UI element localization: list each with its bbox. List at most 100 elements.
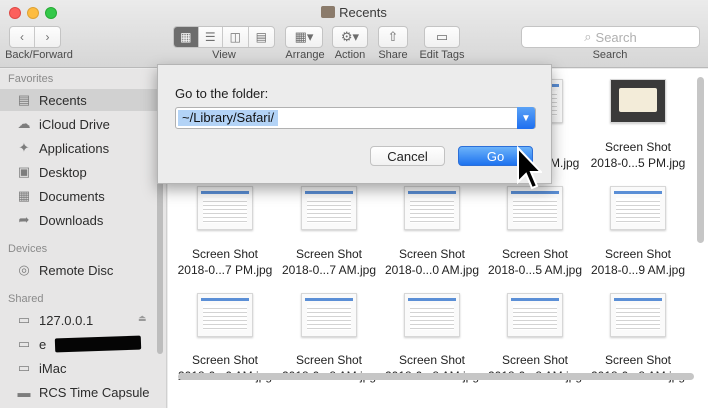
desktop-icon: ▣ [17, 164, 31, 179]
action-button[interactable]: ⚙▾ [332, 26, 368, 48]
forward-button[interactable]: › [35, 27, 60, 47]
folder-path-value: ~/Library/Safari/ [178, 110, 279, 126]
chevron-down-icon: ▼ [521, 112, 531, 124]
thumbnail-lines [307, 198, 351, 223]
file-thumbnail[interactable] [301, 186, 357, 230]
back-forward-label: Back/Forward [5, 49, 73, 61]
share-button[interactable]: ⇧ [378, 26, 408, 48]
file-name-line2: 2018-0...7 AM.jpg [281, 263, 377, 277]
redaction-bar [54, 335, 142, 353]
sidebar-item-label: Documents [39, 188, 105, 204]
search-field[interactable]: ⌕ Search [521, 26, 700, 48]
file-thumbnail[interactable] [197, 186, 253, 230]
file-thumbnail[interactable] [507, 186, 563, 230]
shared-header: Shared [8, 293, 44, 305]
file-thumbnail[interactable] [404, 293, 460, 337]
thumbnail-lines [203, 305, 247, 330]
search-label: Search [592, 49, 628, 61]
disc-icon: ◎ [18, 262, 30, 277]
file-name-line2: 2018-0...5 PM.jpg [590, 156, 686, 170]
sidebar-item-label: Applications [39, 140, 110, 156]
sidebar-item-remote-disc[interactable]: ◎ Remote Disc [0, 259, 166, 281]
sidebar: Favorites ▤ Recents ☁ iCloud Drive ✦ Applic… [0, 69, 167, 408]
file-name-line1: Screen Shot [604, 353, 672, 367]
display-icon: ▭ [17, 312, 31, 327]
back-forward-control: ‹ › [9, 26, 61, 48]
share-icon: ⇧ [387, 29, 399, 44]
file-name-line1: Screen Shot [191, 247, 259, 261]
file-name-line2: 2018-0...5 AM.jpg [487, 263, 583, 277]
file-name-line1: Screen Shot [295, 247, 363, 261]
sidebar-item-label: RCS Time Capsule [39, 384, 150, 400]
sidebar-item-imac[interactable]: ▭ iMac [0, 357, 166, 379]
columns-icon: ◫ [229, 30, 241, 44]
file-name[interactable]: Screen Shot 2018-0...5 AM.jpg [483, 246, 587, 278]
sidebar-item-label: Desktop [39, 164, 87, 180]
sidebar-item-rcs-time-capsule[interactable]: ▬ RCS Time Capsule [0, 381, 166, 403]
cancel-button[interactable]: Cancel [370, 146, 445, 166]
action-label: Action [334, 49, 366, 61]
file-thumbnail[interactable] [507, 293, 563, 337]
file-name-line1: Screen Shot [501, 353, 569, 367]
arrange-button[interactable]: ▦▾ [285, 26, 323, 48]
thumbnail-bar [408, 191, 456, 194]
file-thumbnail[interactable] [197, 293, 253, 337]
folder-path-input[interactable]: ~/Library/Safari/ ▼ [175, 107, 536, 129]
file-thumbnail[interactable] [404, 186, 460, 230]
file-thumbnail[interactable] [610, 293, 666, 337]
file-name[interactable]: Screen Shot 2018-0...9 AM.jpg [586, 246, 690, 278]
edit-tags-button[interactable]: ▭ [424, 26, 460, 48]
file-name[interactable]: Screen Shot 2018-0...7 AM.jpg [277, 246, 381, 278]
file-name[interactable]: Screen Shot 2018-0...0 AM.jpg [380, 246, 484, 278]
thumbnail-lines [410, 198, 454, 223]
sidebar-item-recents[interactable]: ▤ Recents [0, 89, 166, 111]
sidebar-item-label: Remote Disc [39, 262, 114, 278]
thumbnail-lines [513, 198, 557, 223]
thumbnail-lines [307, 305, 351, 330]
file-name-line2: 2018-0...9 AM.jpg [590, 263, 686, 277]
sidebar-item-downloads[interactable]: ➦ Downloads [0, 209, 166, 231]
grid-icon: ▦ [180, 30, 192, 44]
file-thumbnail[interactable] [301, 293, 357, 337]
eject-icon[interactable]: ⏏ [138, 313, 147, 324]
time-capsule-icon: ▬ [17, 384, 31, 400]
thumbnail-lines [513, 305, 557, 330]
file-name-line1: Screen Shot [501, 247, 569, 261]
gear-icon: ⚙▾ [340, 29, 360, 44]
sidebar-item-applications[interactable]: ✦ Applications [0, 137, 166, 159]
sidebar-item-desktop[interactable]: ▣ Desktop [0, 161, 166, 183]
thumbnail-bar [614, 298, 662, 301]
thumbnail-bar [201, 298, 249, 301]
chevron-left-icon: ‹ [20, 30, 24, 44]
file-name[interactable]: Screen Shot 2018-0...7 PM.jpg [173, 246, 277, 278]
edit-tags-label: Edit Tags [419, 49, 465, 61]
file-name-line2: 2018-0...0 AM.jpg [384, 263, 480, 277]
go-to-folder-dialog: Go to the folder: ~/Library/Safari/ ▼ Ca… [157, 64, 552, 184]
window-title-text: Recents [339, 5, 387, 20]
back-button[interactable]: ‹ [10, 27, 36, 47]
thumbnail-bar [305, 191, 353, 194]
gallery-icon: ▤ [255, 30, 267, 44]
file-thumbnail[interactable] [610, 186, 666, 230]
file-name[interactable]: Screen Shot 2018-0...5 PM.jpg [586, 139, 690, 171]
thumbnail-bar [305, 298, 353, 301]
dialog-label: Go to the folder: [175, 86, 269, 101]
gallery-view-button[interactable]: ▤ [249, 27, 274, 47]
list-view-button[interactable]: ☰ [199, 27, 224, 47]
path-history-dropdown[interactable]: ▼ [517, 107, 535, 129]
downloads-icon: ➦ [18, 212, 30, 227]
column-view-button[interactable]: ◫ [223, 27, 249, 47]
thumbnail-bar [511, 298, 559, 301]
icon-view-button[interactable]: ▦ [174, 27, 199, 47]
file-thumbnail[interactable] [610, 79, 666, 123]
thumbnail-lines [616, 198, 660, 223]
sidebar-item-label: iCloud Drive [39, 116, 110, 132]
sidebar-item-documents[interactable]: ▦ Documents [0, 185, 166, 207]
thumbnail-inner [619, 88, 657, 112]
vertical-scrollbar[interactable] [697, 77, 704, 243]
thumbnail-lines [616, 305, 660, 330]
thumbnail-bar [201, 191, 249, 194]
toolbar: Recents ‹ › Back/Forward ▦ ☰ ◫ ▤ View ▦▾… [0, 0, 708, 68]
sidebar-item-icloud-drive[interactable]: ☁ iCloud Drive [0, 113, 166, 135]
horizontal-scrollbar[interactable] [178, 373, 694, 380]
